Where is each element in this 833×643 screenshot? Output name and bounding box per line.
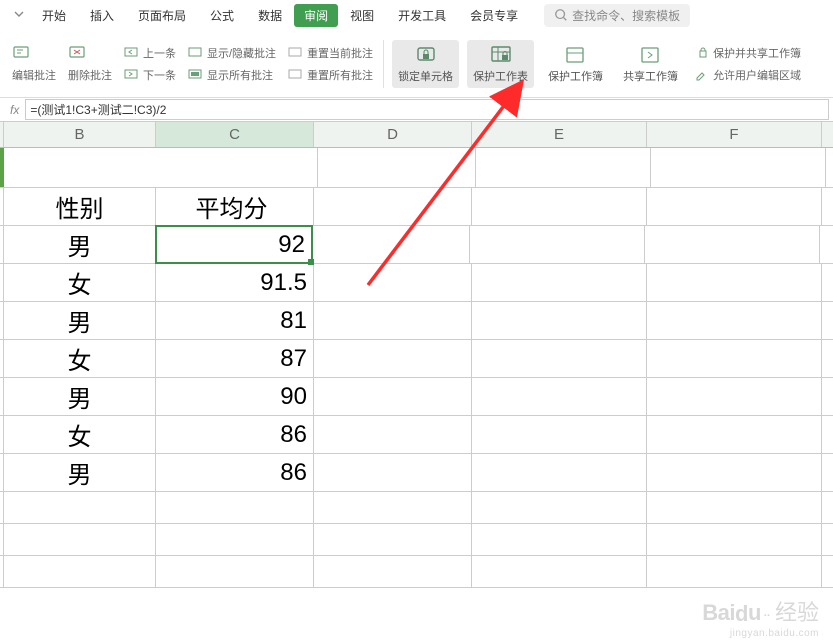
search-icon bbox=[554, 8, 568, 22]
menu-dev-tools[interactable]: 开发工具 bbox=[386, 7, 458, 24]
menu-data[interactable]: 数据 bbox=[246, 7, 294, 24]
show-hide-icon bbox=[188, 47, 204, 59]
col-header-F[interactable]: F bbox=[647, 122, 822, 147]
ribbon-delete-comment-label: 删除批注 bbox=[68, 67, 112, 83]
col-header-D[interactable]: D bbox=[314, 122, 472, 147]
ribbon-separator bbox=[383, 40, 384, 88]
protect-share-icon bbox=[694, 47, 710, 59]
menu-formula[interactable]: 公式 bbox=[198, 7, 246, 24]
protect-workbook-button[interactable]: 保护工作簿 bbox=[542, 40, 609, 88]
cell-gender[interactable]: 男 bbox=[4, 226, 156, 263]
ribbon-prev-next: 上一条 下一条 bbox=[124, 42, 176, 86]
menu-review[interactable]: 审阅 bbox=[294, 4, 338, 27]
empty-row bbox=[0, 492, 833, 524]
menu-bar: 开始 插入 页面布局 公式 数据 审阅 视图 开发工具 会员专享 查找命令、搜索… bbox=[0, 0, 833, 30]
menu-start[interactable]: 开始 bbox=[30, 7, 78, 24]
rows-container: 语文成绩测试一 性别 平均分 男92女91.5男81女87男90女86男86 bbox=[0, 148, 833, 588]
menu-view[interactable]: 视图 bbox=[338, 7, 386, 24]
table-row: 男92 bbox=[0, 226, 833, 264]
cell-score[interactable]: 81 bbox=[156, 302, 314, 339]
cell-gender[interactable]: 男 bbox=[4, 302, 156, 339]
search-box[interactable]: 查找命令、搜索模板 bbox=[544, 4, 690, 27]
allow-edit-icon bbox=[694, 69, 710, 81]
title-cell[interactable]: 语文成绩测试一 bbox=[4, 148, 318, 187]
ribbon-show-hide-comment[interactable]: 显示/隐藏批注 bbox=[188, 45, 276, 61]
menu-insert[interactable]: 插入 bbox=[78, 7, 126, 24]
ribbon-prev-comment[interactable]: 上一条 bbox=[124, 45, 176, 61]
table-row: 男81 bbox=[0, 302, 833, 340]
menu-member[interactable]: 会员专享 bbox=[458, 7, 530, 24]
title-row: 语文成绩测试一 bbox=[0, 148, 833, 188]
protect-sheet-label: 保护工作表 bbox=[473, 68, 528, 84]
ribbon-edit-comment-label: 编辑批注 bbox=[12, 67, 56, 83]
menu-page-layout[interactable]: 页面布局 bbox=[126, 7, 198, 24]
formula-input[interactable]: =(测试1!C3+测试二!C3)/2 bbox=[25, 99, 829, 120]
cell-score[interactable]: 86 bbox=[156, 454, 314, 491]
cell-score[interactable]: 86 bbox=[156, 416, 314, 453]
ribbon-edit-comment[interactable]: 编辑批注 bbox=[12, 42, 56, 86]
ribbon-reset-all[interactable]: 重置所有批注 bbox=[288, 67, 373, 83]
cell-gender[interactable]: 男 bbox=[4, 378, 156, 415]
table-row: 女87 bbox=[0, 340, 833, 378]
table-row: 男90 bbox=[0, 378, 833, 416]
ribbon-show-all-comments[interactable]: 显示所有批注 bbox=[188, 67, 276, 83]
ribbon-reset-current[interactable]: 重置当前批注 bbox=[288, 45, 373, 61]
share-workbook-button[interactable]: 共享工作簿 bbox=[617, 40, 684, 88]
cell-gender[interactable]: 男 bbox=[4, 454, 156, 491]
watermark: Baidu⠒ 经验 jingyan.baidu.com bbox=[702, 595, 819, 627]
protect-wb-label: 保护工作簿 bbox=[548, 68, 603, 84]
spreadsheet-grid: B C D E F 语文成绩测试一 性别 平均分 男92女91.5男81女87男… bbox=[0, 122, 833, 588]
ribbon-protect-group: 保护并共享工作簿 允许用户编辑区域 bbox=[694, 42, 801, 86]
header-score[interactable]: 平均分 bbox=[156, 188, 314, 225]
search-placeholder: 查找命令、搜索模板 bbox=[572, 7, 680, 24]
col-header-C[interactable]: C bbox=[156, 122, 314, 147]
comment-edit-icon bbox=[12, 45, 32, 61]
header-row: 性别 平均分 bbox=[0, 188, 833, 226]
protect-share-button[interactable]: 保护并共享工作簿 bbox=[694, 45, 801, 61]
formula-bar: fx =(测试1!C3+测试二!C3)/2 bbox=[0, 98, 833, 122]
cell-gender[interactable]: 女 bbox=[4, 264, 156, 301]
cell-score[interactable]: 91.5 bbox=[156, 264, 314, 301]
allow-edit-button[interactable]: 允许用户编辑区域 bbox=[694, 67, 801, 83]
lock-icon bbox=[414, 44, 438, 66]
protect-sheet-button[interactable]: 保护工作表 bbox=[467, 40, 534, 88]
cell-score[interactable]: 90 bbox=[156, 378, 314, 415]
share-icon bbox=[639, 44, 663, 66]
share-label: 共享工作簿 bbox=[623, 68, 678, 84]
ribbon-reset: 重置当前批注 重置所有批注 bbox=[288, 42, 373, 86]
table-row: 女91.5 bbox=[0, 264, 833, 302]
ribbon: 编辑批注 删除批注 上一条 下一条 显示/隐藏批注 显示所有批注 重置当前批注 … bbox=[0, 30, 833, 98]
show-all-icon bbox=[188, 69, 204, 81]
table-row: 女86 bbox=[0, 416, 833, 454]
lock-cell-label: 锁定单元格 bbox=[398, 68, 453, 84]
cell-score[interactable]: 92 bbox=[155, 225, 313, 264]
table-row: 男86 bbox=[0, 454, 833, 492]
comment-delete-icon bbox=[68, 45, 88, 61]
ribbon-show-hide: 显示/隐藏批注 显示所有批注 bbox=[188, 42, 276, 86]
ribbon-next-comment[interactable]: 下一条 bbox=[124, 67, 176, 83]
cell-score[interactable]: 87 bbox=[156, 340, 314, 377]
lock-cell-button[interactable]: 锁定单元格 bbox=[392, 40, 459, 88]
fx-label[interactable]: fx bbox=[4, 103, 25, 117]
col-header-B[interactable]: B bbox=[4, 122, 156, 147]
empty-row bbox=[0, 524, 833, 556]
cell-gender[interactable]: 女 bbox=[4, 416, 156, 453]
protect-wb-icon bbox=[564, 44, 588, 66]
ribbon-delete-comment[interactable]: 删除批注 bbox=[68, 42, 112, 86]
cell-gender[interactable]: 女 bbox=[4, 340, 156, 377]
next-icon bbox=[124, 69, 140, 81]
reset-current-icon bbox=[288, 47, 304, 59]
column-headers: B C D E F bbox=[0, 122, 833, 148]
col-header-E[interactable]: E bbox=[472, 122, 647, 147]
prev-icon bbox=[124, 47, 140, 59]
menu-dropdown-icon[interactable] bbox=[8, 8, 30, 22]
protect-sheet-icon bbox=[489, 44, 513, 66]
empty-row bbox=[0, 556, 833, 588]
reset-all-icon bbox=[288, 69, 304, 81]
header-gender[interactable]: 性别 bbox=[4, 188, 156, 225]
